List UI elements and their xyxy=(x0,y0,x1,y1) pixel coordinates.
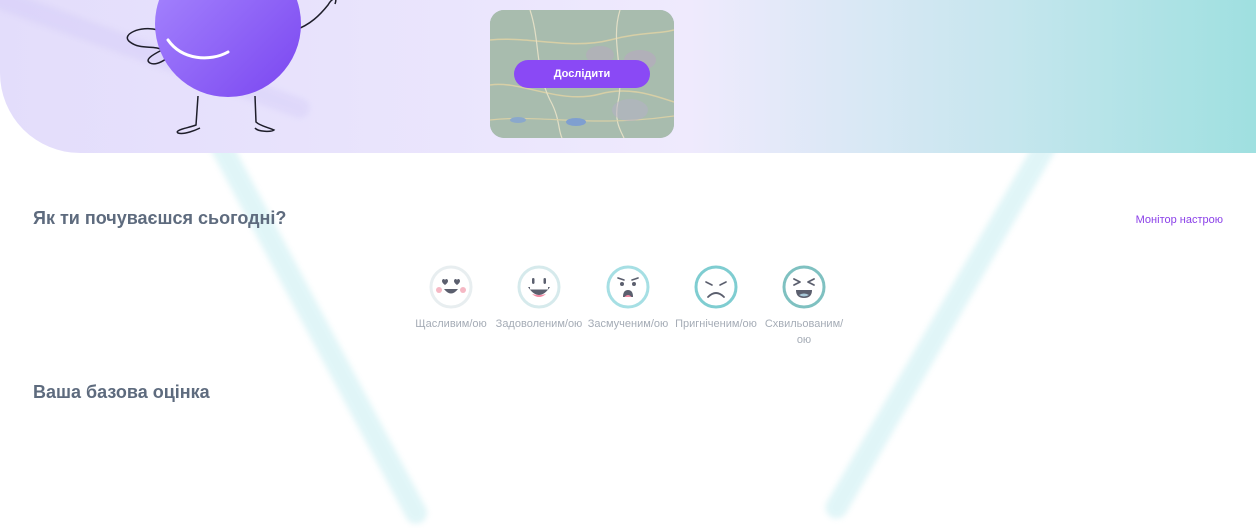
content-smile-icon xyxy=(517,265,561,309)
mood-selector: Щасливим/ою Задоволеним/ою Засмученим/ою… xyxy=(413,265,853,355)
mood-monitor-link[interactable]: Монітор настрою xyxy=(1136,214,1223,226)
base-score-heading: Ваша базова оцінка xyxy=(33,382,210,402)
mood-option-depressed[interactable]: Пригніченим/ою xyxy=(671,265,761,332)
mood-option-anxious[interactable]: Схвильованим/ою xyxy=(759,265,849,348)
anxious-face-icon xyxy=(782,265,826,309)
mood-label: Задоволеним/ою xyxy=(495,318,583,330)
mood-label: Схвильованим/ою xyxy=(764,318,844,346)
hero-banner: Дослідити xyxy=(0,0,1256,153)
mood-label: Щасливим/ою xyxy=(415,318,487,330)
mood-option-upset[interactable]: Засмученим/ою xyxy=(583,265,673,332)
explore-button[interactable]: Дослідити xyxy=(514,60,650,88)
mood-question-heading: Як ти почуваєшся сьогодні? xyxy=(33,208,287,228)
map-preview[interactable]: Дослідити xyxy=(490,10,674,138)
mascot-illustration xyxy=(126,0,337,135)
mood-label: Пригніченим/ою xyxy=(675,318,757,330)
mood-option-happy[interactable]: Щасливим/ою xyxy=(406,265,496,332)
mood-option-content[interactable]: Задоволеним/ою xyxy=(494,265,584,332)
mood-label: Засмученим/ою xyxy=(587,318,669,330)
upset-face-icon xyxy=(606,265,650,309)
happy-heart-eyes-icon xyxy=(429,265,473,309)
sad-face-icon xyxy=(694,265,738,309)
